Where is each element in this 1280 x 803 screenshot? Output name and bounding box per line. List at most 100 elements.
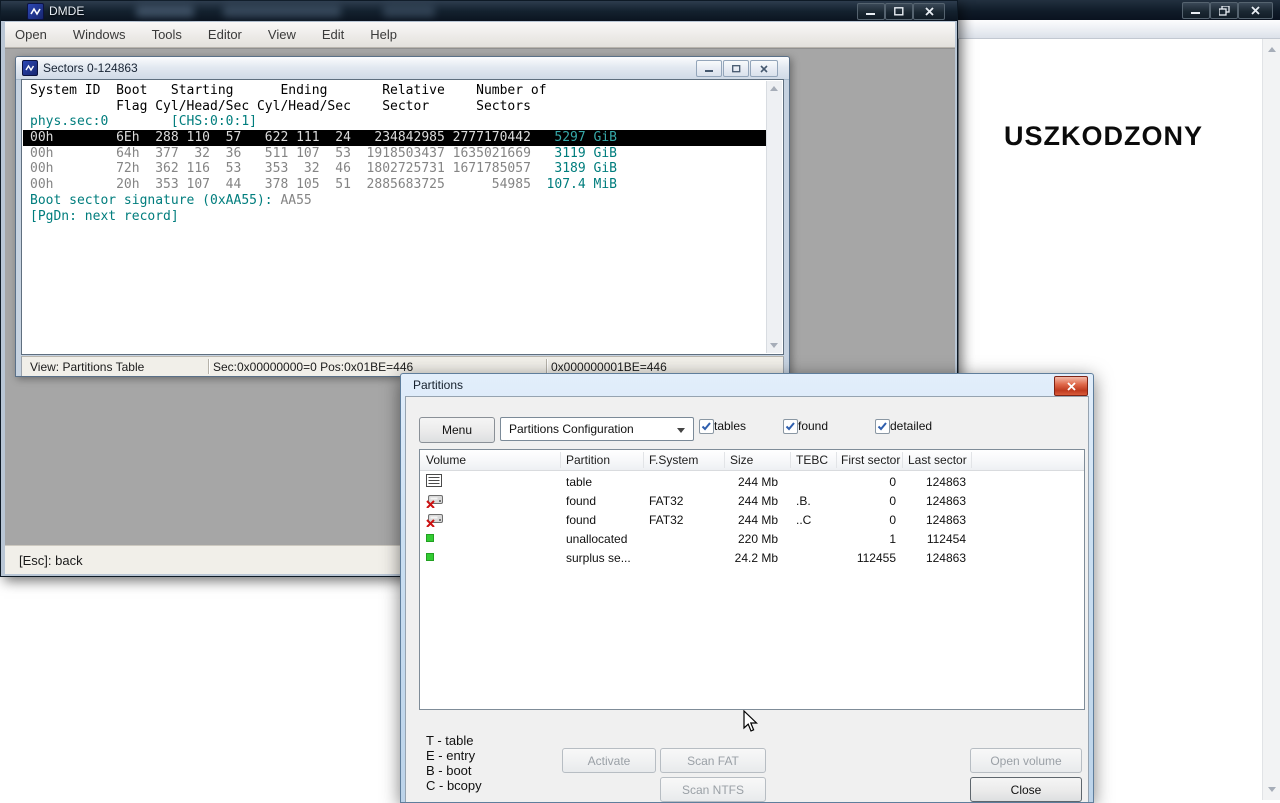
scroll-down-icon: [1268, 787, 1276, 792]
size-cell: 244 Mb: [737, 475, 778, 489]
table-row[interactable]: unallocated 220 Mb 1 112454: [420, 529, 1084, 548]
sector-table-row[interactable]: 00h 72h 362 116 53 353 32 46 1802725731 …: [23, 161, 767, 177]
restore-icon: [1218, 5, 1230, 16]
dmde-app-icon: [27, 3, 44, 20]
dmde-minimize-button[interactable]: [857, 3, 885, 20]
background-restore-button[interactable]: [1210, 2, 1238, 19]
menu-item-open[interactable]: Open: [15, 27, 47, 42]
check-icon: [701, 422, 711, 431]
sector-table-row[interactable]: 00h 6Eh 288 110 57 622 111 24 234842985 …: [23, 130, 767, 146]
activate-button[interactable]: Activate: [562, 748, 656, 773]
first-sector-cell: 0: [889, 475, 896, 489]
table-row[interactable]: found FAT32 244 Mb .B. 0 124863: [420, 491, 1084, 510]
checkbox-label-tables: tables: [714, 419, 747, 433]
signature-value: AA55: [280, 192, 312, 208]
close-icon: [1066, 381, 1076, 391]
menu-item-tools[interactable]: Tools: [152, 27, 182, 42]
partitions-table-header[interactable]: Volume Partition F.System Size TEBC First sec…: [420, 450, 1084, 471]
sectors-scrollbar[interactable]: [766, 81, 782, 353]
sector-table-row[interactable]: 00h 20h 353 107 44 378 105 51 2885683725…: [23, 177, 767, 193]
close-icon: [924, 7, 934, 16]
close-icon: [1251, 6, 1260, 15]
partitions-config-dropdown[interactable]: Partitions Configuration: [500, 417, 694, 441]
sector-text-line: [PgDn: next record]: [30, 208, 179, 224]
table-row[interactable]: found FAT32 244 Mb ..C 0 124863: [420, 510, 1084, 529]
column-header-last-sector: Last sector: [908, 453, 967, 467]
menu-item-edit[interactable]: Edit: [322, 27, 344, 42]
row-values: 00h 72h 362 116 53 353 32 46 1802725731 …: [30, 161, 531, 177]
size-cell: 244 Mb: [737, 494, 778, 508]
menu-item-windows[interactable]: Windows: [73, 27, 126, 42]
column-separator: [836, 452, 837, 468]
column-separator: [790, 452, 791, 468]
dialog-title: Partitions: [413, 378, 464, 392]
row-size: 107.4 MiB: [530, 177, 617, 193]
window-title: Sectors 0-124863: [43, 61, 138, 75]
dmde-close-button[interactable]: [913, 3, 945, 20]
tebc-cell: .B.: [796, 494, 811, 508]
last-sector-cell: 124863: [925, 551, 966, 565]
column-header-tebc: TEBC: [796, 453, 829, 467]
minimize-icon: [704, 69, 713, 72]
maximize-icon: [894, 7, 904, 16]
size-cell: 220 Mb: [737, 532, 778, 546]
checkbox-detailed[interactable]: [875, 419, 890, 434]
menu-item-view[interactable]: View: [268, 27, 296, 42]
scan-ntfs-button[interactable]: Scan NTFS: [660, 777, 766, 802]
status-separator: [208, 359, 209, 374]
background-close-button[interactable]: [1238, 2, 1273, 19]
close-button[interactable]: Close: [970, 777, 1082, 802]
unallocated-icon: [426, 550, 434, 564]
column-separator: [643, 452, 644, 468]
volume-deleted-icon: [426, 512, 444, 530]
dmde-titlebar[interactable]: DMDE: [1, 1, 957, 21]
status-sector-position: Sec:0x00000000=0 Pos:0x01BE=446: [213, 360, 414, 374]
status-separator: [546, 359, 547, 374]
minimize-icon: [1191, 12, 1200, 14]
checkbox-label-found: found: [798, 419, 829, 433]
sectors-minimize-button[interactable]: [696, 60, 722, 77]
checkbox-tables[interactable]: [699, 419, 714, 434]
row-size: 3119 GiB: [530, 145, 617, 161]
sector-text-line: System ID Boot Starting Ending Relative …: [30, 83, 547, 98]
redacted-text-blur: [136, 5, 194, 17]
checkbox-found[interactable]: [783, 419, 798, 434]
legend-line: C - bcopy: [426, 778, 482, 793]
row-values: 00h 6Eh 288 110 57 622 111 24 234842985 …: [30, 130, 531, 146]
partitions-dialog: Partitions Menu Partitions Configuration…: [400, 373, 1094, 803]
sector-table-row[interactable]: 00h 64h 377 32 36 511 107 53 1918503437 …: [23, 146, 767, 162]
dmde-maximize-button[interactable]: [885, 3, 913, 20]
status-view-mode: View: Partitions Table: [30, 360, 145, 374]
background-minimize-button[interactable]: [1182, 2, 1210, 19]
sector-text-line: Flag Cyl/Head/Sec Cyl/Head/Sec Sector Se…: [30, 98, 531, 114]
column-header-f-system: F.System: [649, 453, 699, 467]
sectors-maximize-button[interactable]: [723, 60, 749, 77]
sectors-close-button[interactable]: [750, 60, 778, 77]
table-row[interactable]: table 244 Mb 0 124863: [420, 472, 1084, 491]
menu-item-editor[interactable]: Editor: [208, 27, 242, 42]
scroll-down-icon: [770, 343, 778, 348]
dialog-close-button[interactable]: [1054, 376, 1088, 396]
row-size: 3189 GiB: [530, 161, 617, 177]
menu-item-help[interactable]: Help: [370, 27, 397, 42]
open-volume-button[interactable]: Open volume: [970, 748, 1082, 773]
scroll-up-icon: [770, 86, 778, 91]
column-separator: [971, 452, 972, 468]
sectors-window: Sectors 0-124863 System ID Boot Starting…: [15, 56, 790, 377]
check-icon: [785, 422, 795, 431]
check-icon: [877, 422, 887, 431]
redacted-text-blur: [383, 5, 435, 17]
sector-text-line: phys.sec:0 [CHS:0:0:1]: [30, 114, 257, 130]
background-window-scrollbar[interactable]: [1262, 39, 1280, 800]
first-sector-cell: 1: [889, 532, 896, 546]
menu-button[interactable]: Menu: [419, 417, 495, 443]
status-offset: 0x000000001BE=446: [551, 360, 667, 374]
sectors-titlebar[interactable]: Sectors 0-124863: [16, 57, 789, 80]
last-sector-cell: 112454: [926, 532, 966, 546]
column-separator: [724, 452, 725, 468]
table-row[interactable]: surplus se... 24.2 Mb 112455 124863: [420, 548, 1084, 567]
background-window-toolbar: [958, 20, 1280, 39]
maximize-icon: [731, 64, 740, 72]
column-separator: [560, 452, 561, 468]
scan-fat-button[interactable]: Scan FAT: [660, 748, 766, 773]
